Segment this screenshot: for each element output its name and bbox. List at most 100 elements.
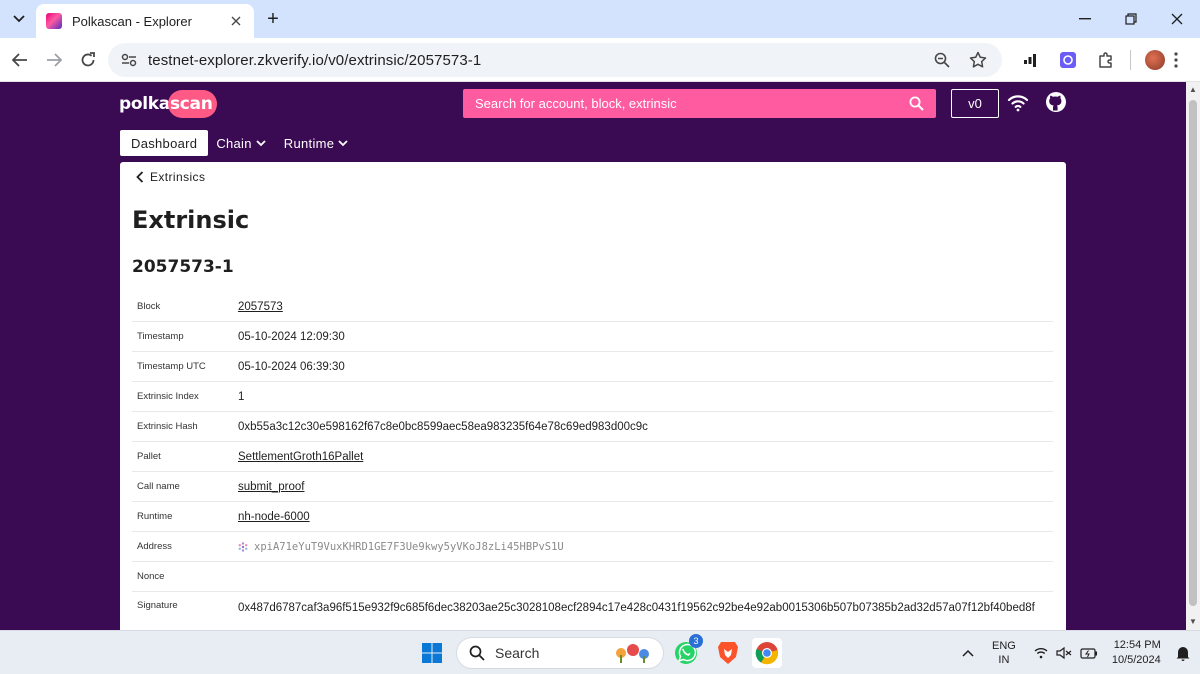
back-label: Extrinsics <box>150 170 206 184</box>
browser-tab[interactable]: Polkascan - Explorer <box>36 4 254 38</box>
pallet-link[interactable]: SettlementGroth16Pallet <box>238 451 1053 463</box>
quick-settings-cluster[interactable] <box>1034 647 1098 659</box>
extensions-puzzle-icon[interactable] <box>1092 46 1120 74</box>
search-icon[interactable] <box>908 96 924 112</box>
minimize-window-icon[interactable] <box>1062 0 1108 38</box>
extrinsic-detail-card: Extrinsics Extrinsic 2057573-1 Block 205… <box>120 162 1066 630</box>
search-highlight-art-icon <box>616 644 649 663</box>
detail-row-signature: Signature 0x487d6787caf3a96f515e932f9c68… <box>132 592 1053 630</box>
nav-runtime-dropdown[interactable]: Runtime <box>284 136 349 151</box>
taskbar-search-box[interactable]: Search <box>456 637 664 669</box>
detail-value: 05-10-2024 06:39:30 <box>238 360 345 373</box>
extrinsic-id-heading: 2057573-1 <box>132 257 234 277</box>
close-tab-icon[interactable] <box>228 13 244 29</box>
github-icon[interactable] <box>1045 91 1067 113</box>
detail-row-extrinsic-index: Extrinsic Index 1 <box>132 382 1053 412</box>
toolbar-divider <box>1130 50 1131 70</box>
input-language-indicator[interactable]: ENG IN <box>992 639 1016 667</box>
version-select-button[interactable]: v0 <box>951 89 999 118</box>
polkascan-favicon-icon <box>46 13 62 29</box>
detail-row-pallet: Pallet SettlementGroth16Pallet <box>132 442 1053 472</box>
logo-text-right: scan <box>167 90 217 118</box>
restore-window-icon[interactable] <box>1108 0 1154 38</box>
site-search-input[interactable]: Search for account, block, extrinsic <box>463 89 936 118</box>
notifications-bell-icon[interactable] <box>1173 645 1193 661</box>
lang-line-1: ENG <box>992 640 1016 652</box>
polkascan-logo[interactable]: polka scan <box>119 90 217 118</box>
bookmark-star-icon[interactable] <box>966 48 990 72</box>
nav-chain-label: Chain <box>216 135 252 151</box>
windows-start-icon[interactable] <box>417 638 447 668</box>
taskbar-search-label: Search <box>495 645 540 661</box>
taskbar-clock[interactable]: 12:54 PM 10/5/2024 <box>1112 638 1161 668</box>
browser-menu-icon[interactable] <box>1162 46 1190 74</box>
search-icon <box>469 645 485 661</box>
detail-row-block: Block 2057573 <box>132 292 1053 322</box>
detail-label: Nonce <box>137 571 165 582</box>
clock-time: 12:54 PM <box>1113 639 1161 651</box>
back-to-extrinsics-link[interactable]: Extrinsics <box>136 170 205 184</box>
detail-label: Signature <box>137 600 178 611</box>
back-arrow-icon[interactable] <box>6 46 34 74</box>
chevron-down-icon <box>256 140 266 147</box>
detail-row-runtime: Runtime nh-node-6000 <box>132 502 1053 532</box>
volume-muted-icon <box>1056 647 1072 659</box>
polkascan-page: polka scan Search for account, block, ext… <box>0 82 1200 630</box>
scroll-down-arrow-icon[interactable]: ▼ <box>1189 618 1197 626</box>
lang-line-2: IN <box>998 654 1010 666</box>
tab-search-chevron-icon[interactable] <box>6 7 32 31</box>
close-window-icon[interactable] <box>1154 0 1200 38</box>
chevron-down-icon <box>338 140 348 147</box>
detail-value: 0xb55a3c12c30e598162f67c8e0bc8599aec58ea… <box>238 420 648 433</box>
clock-date: 10/5/2024 <box>1111 654 1161 666</box>
address-text: xpiA71eYuT9VuxKHRD1GE7F3Ue9kwy5yVKoJ8zLi… <box>254 540 564 553</box>
detail-label: Extrinsic Hash <box>137 421 198 432</box>
address-value[interactable]: xpiA71eYuT9VuxKHRD1GE7F3Ue9kwy5yVKoJ8zLi… <box>238 541 1053 553</box>
detail-value: 1 <box>238 390 245 403</box>
battery-charging-icon <box>1080 647 1097 659</box>
browser-tab-strip: Polkascan - Explorer + <box>0 0 1200 38</box>
site-info-tune-icon[interactable] <box>120 51 138 69</box>
nav-dashboard[interactable]: Dashboard <box>120 130 209 156</box>
system-tray: ENG IN 12:54 PM 10/5/2024 <box>958 631 1193 674</box>
detail-value: 05-10-2024 12:09:30 <box>238 330 345 343</box>
extension-wallet-icon[interactable] <box>1054 46 1082 74</box>
reload-icon[interactable] <box>74 46 102 74</box>
show-hidden-icons-chevron-icon[interactable] <box>958 649 978 657</box>
page-title: Extrinsic <box>132 206 250 234</box>
brave-browser-taskbar-icon[interactable] <box>713 638 743 668</box>
windows-taskbar: Search 3 ENG IN 12:54 PM 10/5/2024 <box>0 630 1200 674</box>
zoom-magnifier-icon[interactable] <box>930 48 954 72</box>
scrollbar-thumb[interactable] <box>1189 100 1197 606</box>
main-navigation: Dashboard Chain Runtime <box>120 130 358 156</box>
detail-row-call-name: Call name submit_proof <box>132 472 1053 502</box>
url-text: testnet-explorer.zkverify.io/v0/extrinsi… <box>148 51 482 69</box>
runtime-link[interactable]: nh-node-6000 <box>238 511 1053 523</box>
signature-value: 0x487d6787caf3a96f515e932f9c685f6dec3820… <box>238 602 1035 614</box>
block-link[interactable]: 2057573 <box>238 301 1053 313</box>
call-name-link[interactable]: submit_proof <box>238 481 1053 493</box>
address-bar[interactable]: testnet-explorer.zkverify.io/v0/extrinsi… <box>108 43 1002 77</box>
tab-title: Polkascan - Explorer <box>72 13 192 29</box>
connection-wifi-icon[interactable] <box>1007 92 1029 114</box>
detail-row-nonce: Nonce <box>132 562 1053 592</box>
wifi-status-icon <box>1034 648 1048 659</box>
detail-label: Extrinsic Index <box>137 391 199 402</box>
detail-label: Address <box>137 541 172 552</box>
extension-chart-icon[interactable] <box>1016 46 1044 74</box>
detail-label: Runtime <box>137 511 173 522</box>
chevron-left-icon <box>136 171 144 183</box>
page-scrollbar[interactable]: ▲ ▼ <box>1186 82 1200 630</box>
scroll-up-arrow-icon[interactable]: ▲ <box>1189 86 1197 94</box>
whatsapp-taskbar-icon[interactable]: 3 <box>671 634 703 668</box>
detail-row-extrinsic-hash: Extrinsic Hash 0xb55a3c12c30e598162f67c8… <box>132 412 1053 442</box>
new-tab-plus-icon[interactable]: + <box>262 8 284 30</box>
logo-text-left: polka <box>119 94 170 114</box>
forward-arrow-icon[interactable] <box>40 46 68 74</box>
detail-label: Timestamp UTC <box>137 361 206 372</box>
search-placeholder: Search for account, block, extrinsic <box>475 96 677 111</box>
browser-toolbar: testnet-explorer.zkverify.io/v0/extrinsi… <box>0 38 1200 82</box>
chrome-taskbar-icon[interactable] <box>752 638 782 668</box>
detail-label: Pallet <box>137 451 161 462</box>
nav-chain-dropdown[interactable]: Chain <box>216 135 266 151</box>
